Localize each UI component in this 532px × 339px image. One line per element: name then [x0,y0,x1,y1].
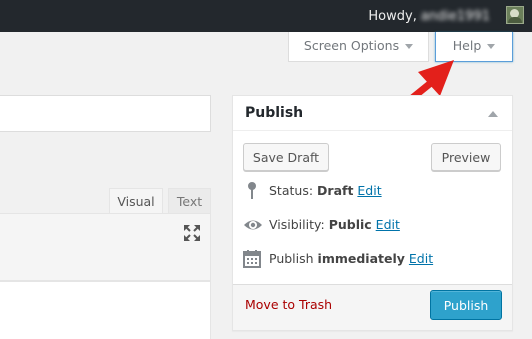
visibility-value: Public [328,217,372,232]
publish-box-title: Publish [245,105,304,121]
chevron-down-icon [405,44,414,49]
editor-toolbar [0,213,211,281]
tab-visual[interactable]: Visual [109,188,163,214]
status-value: Draft [317,183,354,198]
eye-icon [244,220,262,230]
username: andie1991 [420,9,490,24]
publish-button[interactable]: Publish [430,290,502,320]
account-menu[interactable]: Howdy, andie1991 [368,9,490,24]
calendar-icon [243,250,261,268]
post-title-input[interactable] [0,95,211,132]
preview-button[interactable]: Preview [431,143,501,171]
publish-box: Publish Save Draft Preview Status: Draft… [232,95,513,331]
edit-status-link[interactable]: Edit [357,183,381,198]
pin-icon [248,182,256,199]
edit-publish-time-link[interactable]: Edit [409,251,433,266]
edit-visibility-link[interactable]: Edit [376,217,400,232]
major-publishing-actions: Move to Trash Publish [233,284,512,330]
chevron-down-icon [487,44,496,49]
publish-box-header[interactable]: Publish [233,96,512,131]
fullscreen-icon[interactable] [183,224,201,242]
visibility-label: Visibility: [269,217,325,232]
move-to-trash-link[interactable]: Move to Trash [245,297,332,312]
admin-bar: Howdy, andie1991 [0,0,532,32]
tab-text[interactable]: Text [168,188,211,214]
publish-time-value: immediately [317,251,405,266]
status-label: Status: [269,183,314,198]
collapse-arrow-icon[interactable] [488,111,498,117]
save-draft-button[interactable]: Save Draft [243,143,329,171]
publish-time-label: Publish [269,251,314,266]
editor-content-area[interactable] [0,281,211,339]
howdy-greeting: Howdy, [368,9,417,24]
avatar[interactable] [506,6,524,24]
